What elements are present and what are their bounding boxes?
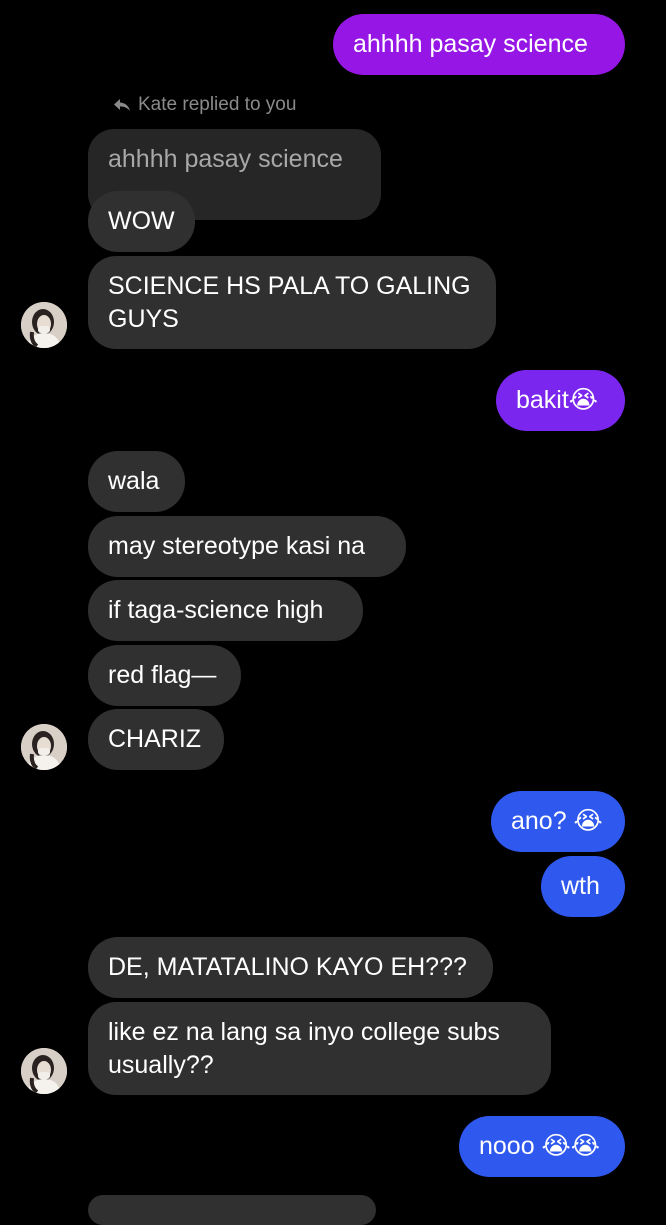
- reply-arrow-icon: [114, 99, 130, 111]
- incoming-message[interactable]: CHARIZ: [88, 709, 224, 770]
- contact-avatar[interactable]: [21, 1048, 67, 1094]
- reply-context-text: Kate replied to you: [138, 94, 297, 115]
- incoming-message[interactable]: WOW: [88, 191, 195, 252]
- incoming-message[interactable]: SCIENCE HS PALA TO GALING GUYS: [88, 256, 496, 349]
- outgoing-message[interactable]: nooo 😭😭: [459, 1116, 625, 1177]
- incoming-message[interactable]: may stereotype kasi na: [88, 516, 406, 577]
- incoming-message[interactable]: wala: [88, 451, 185, 512]
- incoming-message[interactable]: like ez na lang sa inyo college subs usu…: [88, 1002, 551, 1095]
- outgoing-message[interactable]: ahhhh pasay science: [333, 14, 625, 75]
- incoming-message[interactable]: red flag—: [88, 645, 241, 706]
- incoming-message[interactable]: if taga-science high: [88, 580, 363, 641]
- outgoing-message[interactable]: wth: [541, 856, 625, 917]
- incoming-message[interactable]: DE, MATATALINO KAYO EH???: [88, 937, 493, 998]
- outgoing-message[interactable]: bakit😭: [496, 370, 625, 431]
- outgoing-message[interactable]: ano? 😭: [491, 791, 625, 852]
- reply-context-label: Kate replied to you: [112, 94, 296, 116]
- contact-avatar[interactable]: [21, 724, 67, 770]
- contact-avatar[interactable]: [21, 302, 67, 348]
